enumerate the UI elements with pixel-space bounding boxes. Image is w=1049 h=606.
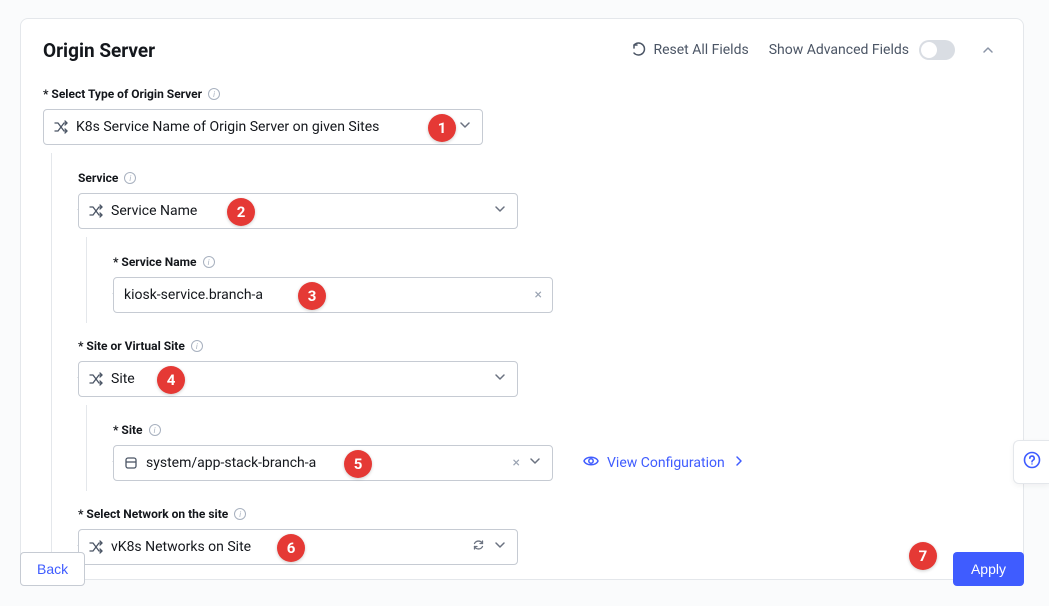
site-value: system/app-stack-branch-a [146,455,316,471]
origin-type-children: Service i Service Name 2 * Service Name [51,153,1001,569]
help-button[interactable] [1013,440,1049,484]
site-field: * Site i system/app-stack-branch-a × 5 [113,419,1001,481]
origin-type-select[interactable]: K8s Service Name of Origin Server on giv… [43,109,483,145]
reset-all-fields-link[interactable]: Reset All Fields [631,42,748,58]
clear-icon[interactable]: × [535,287,542,303]
undo-icon [631,42,647,58]
callout-badge-7: 7 [909,542,937,570]
chevron-up-icon [981,43,995,57]
site-label: * Site i [113,423,161,437]
header-actions: Reset All Fields Show Advanced Fields [631,37,1001,63]
chevron-down-icon [458,118,472,136]
site-or-vsite-select[interactable]: Site 4 [78,361,518,397]
callout-badge-2: 2 [227,198,255,226]
shuffle-icon [54,120,68,134]
service-select[interactable]: Service Name 2 [78,193,518,229]
chevron-right-icon [733,455,745,471]
callout-badge-5: 5 [344,450,372,478]
advanced-fields-toggle[interactable] [919,40,955,60]
service-value: Service Name [111,203,197,219]
shuffle-icon [89,372,103,386]
footer-bar: Back 7 Apply [20,552,1024,586]
object-icon [124,456,138,470]
chevron-down-icon [493,370,507,388]
network-label: * Select Network on the site i [78,507,246,521]
origin-server-panel: Origin Server Reset All Fields Show Adva… [20,18,1024,580]
show-advanced-fields-label: Show Advanced Fields [769,42,909,58]
view-configuration-link[interactable]: View Configuration [583,453,745,473]
service-field: Service i Service Name 2 [78,167,1001,229]
service-name-value: kiosk-service.branch-a [124,287,263,303]
reset-all-fields-label: Reset All Fields [653,42,748,58]
callout-badge-4: 4 [157,366,185,394]
collapse-panel-button[interactable] [975,37,1001,63]
info-icon[interactable]: i [149,424,161,436]
service-label: Service i [78,171,136,185]
panel-header: Origin Server Reset All Fields Show Adva… [43,37,1001,63]
site-or-vsite-value: Site [111,371,135,387]
site-children: * Site i system/app-stack-branch-a × 5 [86,405,1001,491]
site-select[interactable]: system/app-stack-branch-a × 5 [113,445,553,481]
callout-badge-3: 3 [298,282,326,310]
eye-icon [583,453,599,473]
service-name-label: * Service Name i [113,255,215,269]
callout-badge-6: 6 [277,534,305,562]
service-name-field: * Service Name i kiosk-service.branch-a … [113,251,1001,313]
chevron-down-icon [493,202,507,220]
origin-type-label: * Select Type of Origin Server i [43,87,220,101]
info-icon[interactable]: i [191,340,203,352]
back-button[interactable]: Back [20,552,85,586]
info-icon[interactable]: i [124,172,136,184]
info-icon[interactable]: i [203,256,215,268]
site-or-vsite-label: * Site or Virtual Site i [78,339,203,353]
callout-badge-1: 1 [428,114,456,142]
show-advanced-fields-control: Show Advanced Fields [769,40,955,60]
panel-title: Origin Server [43,39,155,62]
help-icon [1023,451,1041,474]
service-name-input[interactable]: kiosk-service.branch-a × 3 [113,277,553,313]
apply-button[interactable]: Apply [953,552,1024,586]
origin-type-value: K8s Service Name of Origin Server on giv… [76,119,379,135]
info-icon[interactable]: i [234,508,246,520]
site-or-vsite-field: * Site or Virtual Site i Site 4 [78,335,1001,397]
view-configuration-label: View Configuration [607,455,725,471]
info-icon[interactable]: i [208,88,220,100]
service-children: * Service Name i kiosk-service.branch-a … [86,237,1001,323]
shuffle-icon [89,204,103,218]
origin-type-field: * Select Type of Origin Server i K8s Ser… [43,83,1001,145]
chevron-down-icon [528,454,542,472]
clear-icon[interactable]: × [513,455,520,471]
